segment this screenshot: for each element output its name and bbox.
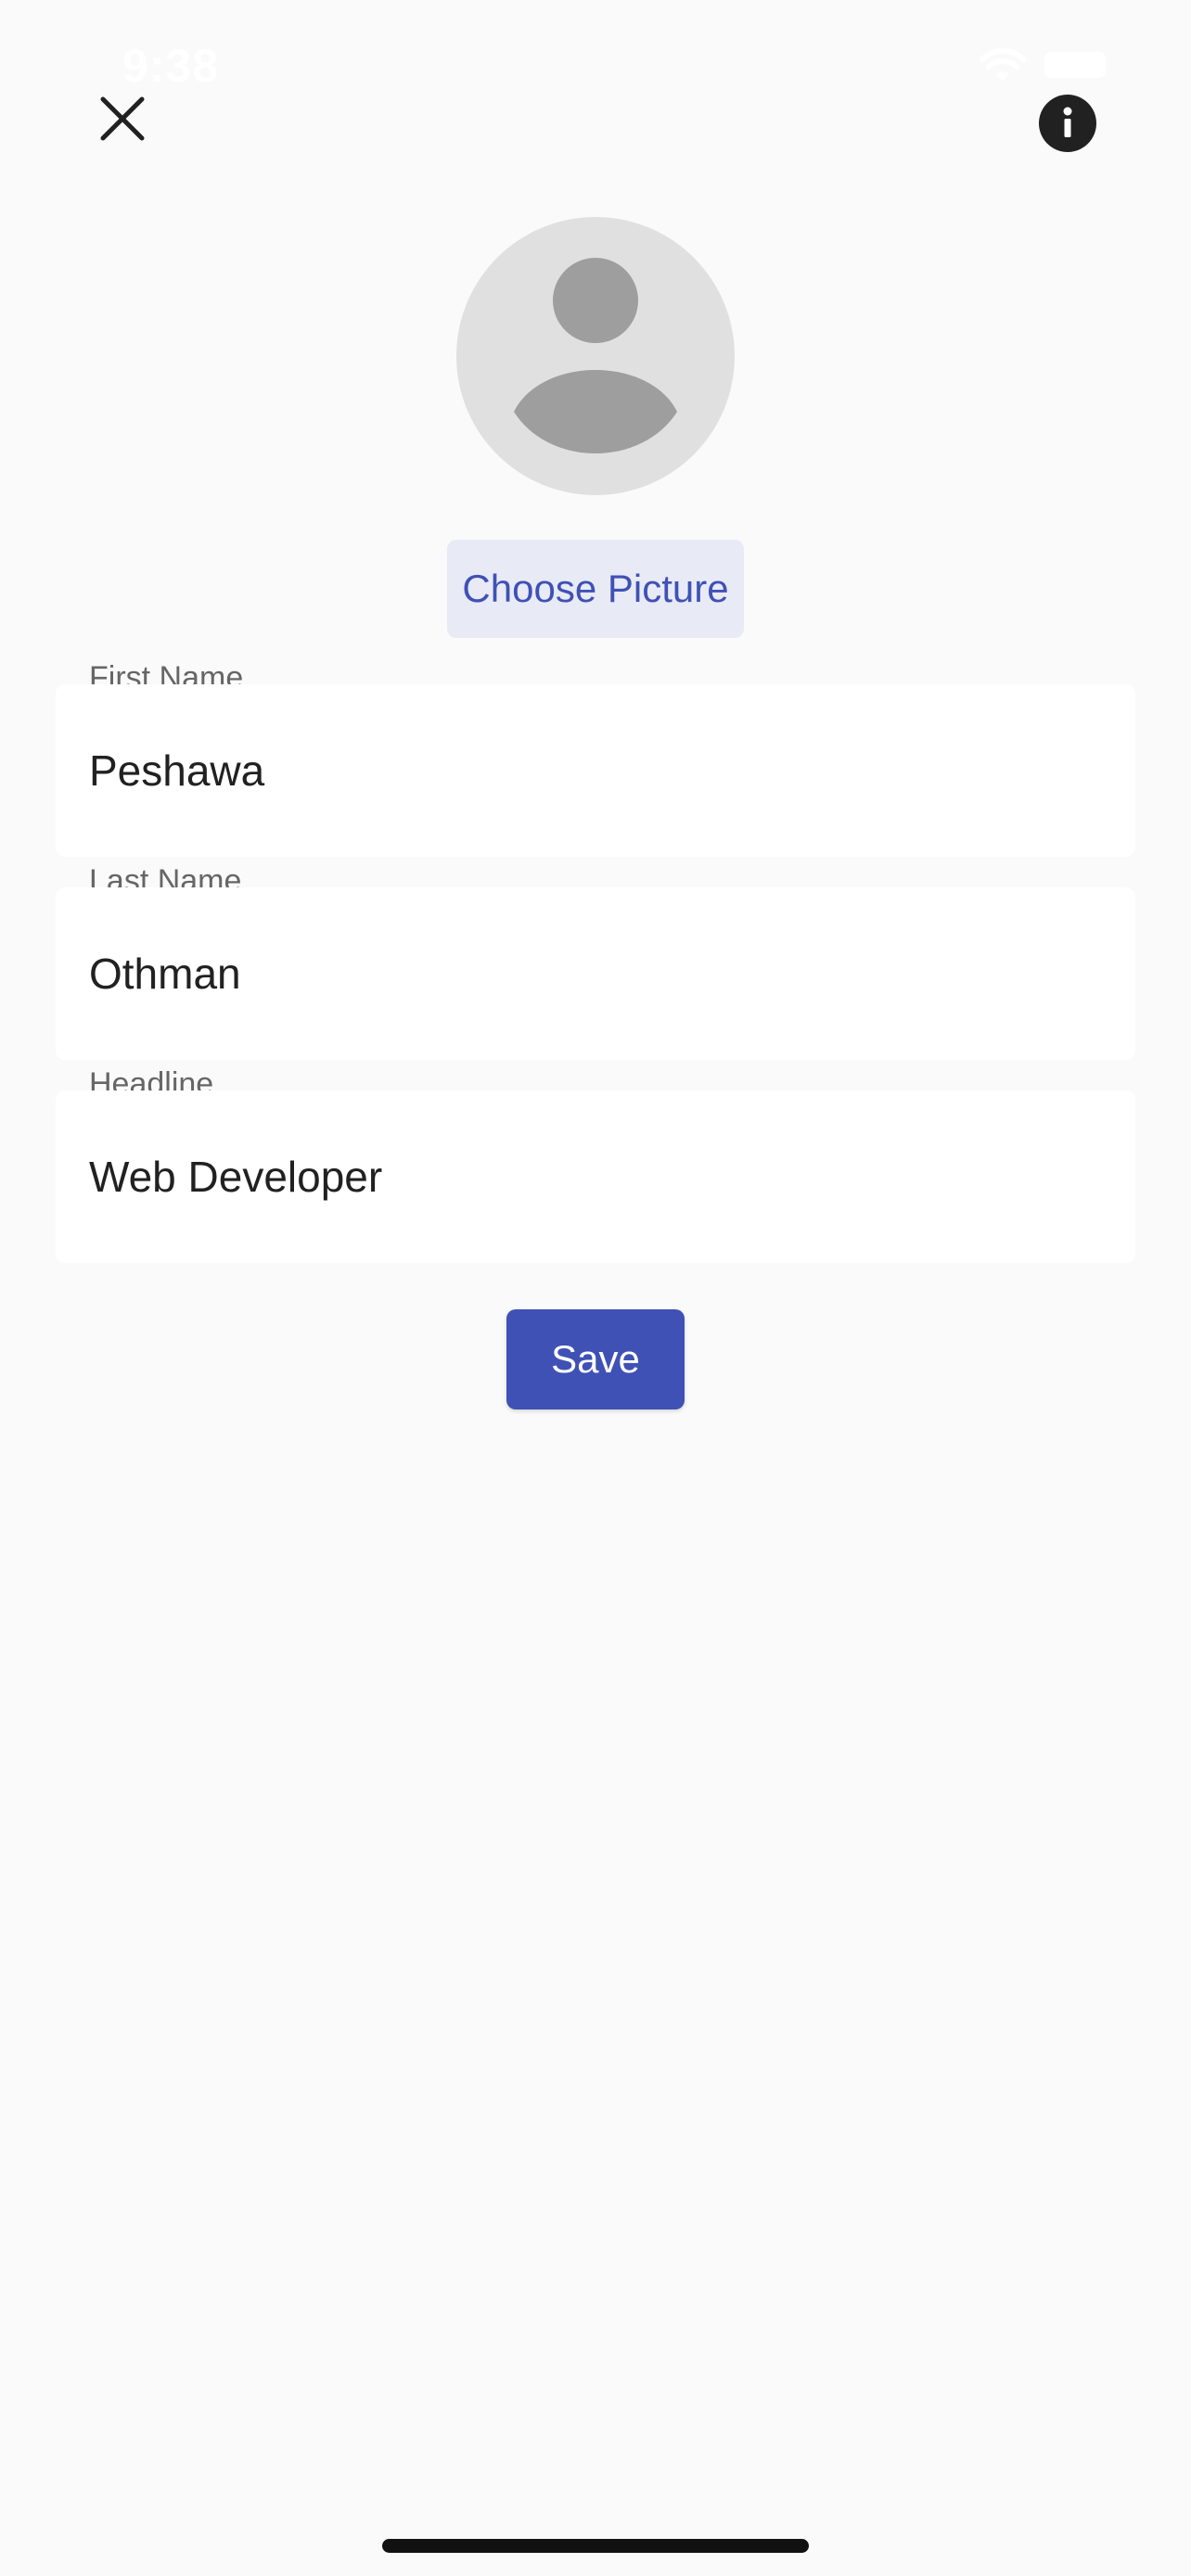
headline-field[interactable] [56,1090,1135,1263]
avatar[interactable] [456,217,735,495]
first-name-field[interactable] [56,684,1135,857]
choose-picture-button[interactable]: Choose Picture [447,540,744,638]
info-button[interactable] [1039,95,1096,152]
battery-icon [1044,52,1106,78]
person-placeholder-icon [456,217,735,495]
status-icons [980,48,1106,82]
info-icon [1039,95,1096,152]
close-button[interactable] [89,85,156,152]
last-name-field[interactable] [56,887,1135,1060]
close-icon [89,85,156,152]
wifi-icon [980,48,1026,82]
save-button[interactable]: Save [506,1309,685,1409]
home-indicator[interactable] [382,2539,809,2553]
